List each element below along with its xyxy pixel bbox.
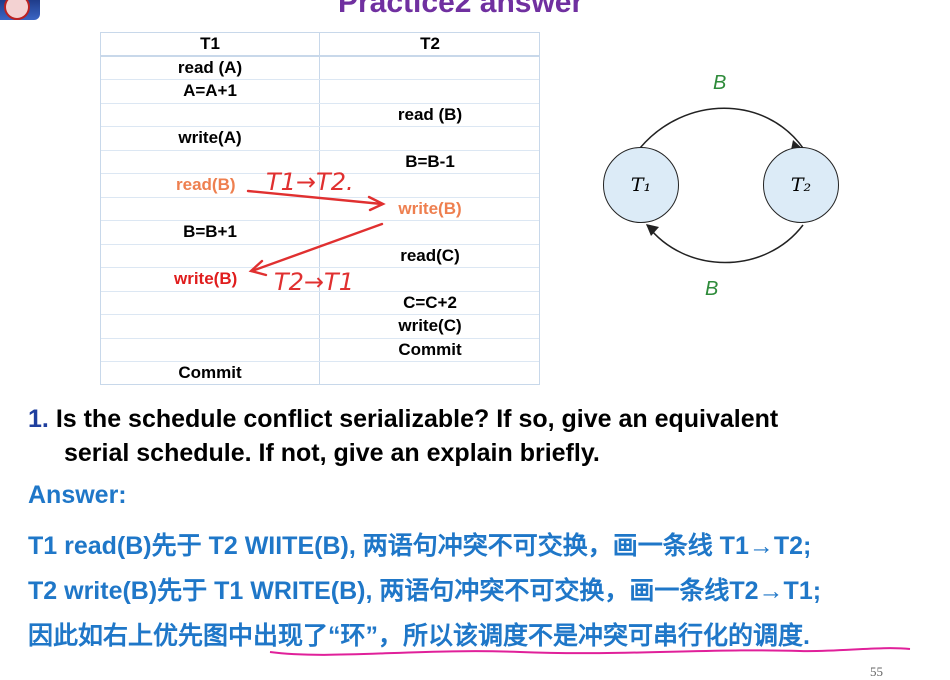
edge-t2-to-t1-arrowhead	[646, 224, 659, 236]
handwritten-t1-t2: T1→T2.	[266, 168, 354, 196]
node-t2: T₂	[763, 147, 839, 223]
precedence-graph: T₁ T₂ B B	[595, 70, 855, 310]
answer-line-2: T2 write(B)先于 T1 WRITE(B), 两语句冲突不可交换，画一条…	[28, 577, 822, 605]
node-t1: T₁	[603, 147, 679, 223]
question-line-1: Is the schedule conflict serializable? I…	[55, 405, 779, 433]
question-line-2: serial schedule. If not, give an explain…	[64, 439, 600, 467]
answer-label: Answer:	[28, 481, 127, 509]
edge-t2-to-t1	[646, 224, 804, 264]
edge-t1-to-t2	[639, 107, 804, 149]
answer-line-1: T1 read(B)先于 T2 WIITE(B), 两语句冲突不可交换，画一条线…	[28, 532, 812, 560]
answer-line-3: 因此如右上优先图中出现了“环”，所以该调度不是冲突可串行化的调度.	[28, 622, 810, 650]
edge-label-bottom: B	[705, 278, 719, 300]
edge-label-top: B	[713, 72, 727, 94]
handwritten-t2-t1: T2→T1	[274, 268, 354, 296]
question: 1. Is the schedule conflict serializable…	[28, 402, 928, 470]
question-number: 1.	[28, 405, 49, 433]
